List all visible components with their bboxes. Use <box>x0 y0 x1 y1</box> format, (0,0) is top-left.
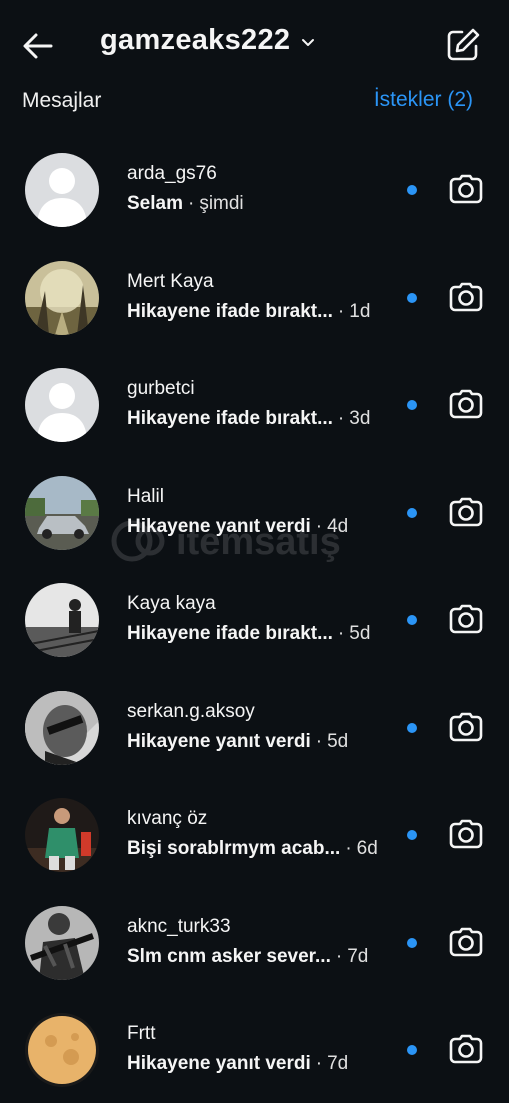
message-preview: Bişi sorablrmym acab... · 6d <box>127 838 378 860</box>
requests-link[interactable]: İstekler (2) <box>374 88 473 112</box>
conversation-name: Mert Kaya <box>127 270 214 292</box>
conversation-row[interactable]: Mert Kaya Hikayene ifade bırakt... · 1d <box>0 243 509 351</box>
unread-dot <box>407 292 417 303</box>
unread-dot <box>407 722 417 733</box>
preview-text: Hikayene yanıt verdi <box>127 1053 311 1074</box>
timestamp: 7d <box>347 945 369 967</box>
message-preview: Hikayene yanıt verdi · 7d <box>127 1053 348 1075</box>
message-preview: Hikayene ifade bırakt... · 3d <box>127 408 370 430</box>
unread-dot <box>407 507 417 518</box>
unread-dot <box>407 1045 417 1055</box>
separator: · <box>187 193 195 214</box>
conversation-row[interactable]: gurbetci Hikayene ifade bırakt... · 3d <box>0 350 509 458</box>
camera-icon[interactable] <box>447 601 485 639</box>
timestamp: 1d <box>349 300 371 322</box>
timestamp: şimdi <box>199 193 244 214</box>
avatar[interactable] <box>25 153 99 227</box>
preview-text: Hikayene yanıt verdi <box>127 515 311 537</box>
timestamp: 5d <box>349 623 371 644</box>
unread-dot <box>407 400 417 410</box>
unread-dot <box>407 185 417 195</box>
preview-text: Bişi sorablrmym acab... <box>127 838 341 859</box>
separator: · <box>337 623 345 644</box>
unread-dot <box>407 937 417 948</box>
separator: · <box>315 730 323 752</box>
conversation-row[interactable]: Halil Hikayene yanıt verdi · 4d <box>0 458 509 566</box>
avatar[interactable] <box>25 905 99 980</box>
separator: · <box>337 408 345 429</box>
top-bar: gamzeaks222 <box>0 0 509 90</box>
camera-icon[interactable] <box>447 816 485 854</box>
camera-icon[interactable] <box>447 924 485 962</box>
conversation-row[interactable]: Frtt Hikayene yanıt verdi · 7d <box>0 995 509 1103</box>
message-preview: Selam · şimdi <box>127 193 244 215</box>
conversation-row[interactable]: Kaya kaya Hikayene ifade bırakt... · 5d <box>0 565 509 673</box>
camera-icon[interactable] <box>447 386 485 424</box>
timestamp: 7d <box>327 1053 349 1074</box>
avatar[interactable] <box>25 475 99 550</box>
camera-icon[interactable] <box>447 494 485 532</box>
preview-text: Hikayene ifade bırakt... <box>127 300 333 322</box>
preview-text: Hikayene yanıt verdi <box>127 730 311 752</box>
preview-text: Hikayene ifade bırakt... <box>127 623 333 644</box>
timestamp: 5d <box>327 730 349 752</box>
avatar[interactable] <box>25 690 99 765</box>
timestamp: 6d <box>356 838 378 859</box>
camera-icon[interactable] <box>447 1031 485 1069</box>
conversation-name: Halil <box>127 485 164 507</box>
section-header: Mesajlar İstekler (2) <box>0 84 509 120</box>
conversation-name: aknc_turk33 <box>127 915 231 937</box>
conversation-name: Frtt <box>127 1023 156 1044</box>
message-preview: Hikayene yanıt verdi · 5d <box>127 731 348 753</box>
timestamp: 3d <box>349 408 371 429</box>
avatar[interactable] <box>25 368 99 442</box>
unread-dot <box>407 615 417 625</box>
page-title: gamzeaks222 <box>100 24 291 56</box>
back-arrow-icon[interactable] <box>20 28 56 64</box>
avatar[interactable] <box>25 583 99 657</box>
compose-icon[interactable] <box>444 26 482 64</box>
conversation-name: serkan.g.aksoy <box>127 700 255 722</box>
camera-icon[interactable] <box>447 171 485 209</box>
message-preview: Hikayene ifade bırakt... · 1d <box>127 301 370 323</box>
conversation-name: gurbetci <box>127 378 195 399</box>
conversation-name: arda_gs76 <box>127 163 217 184</box>
message-preview: Hikayene yanıt verdi · 4d <box>127 516 348 538</box>
avatar[interactable] <box>25 260 99 335</box>
separator: · <box>337 300 345 322</box>
separator: · <box>315 515 323 537</box>
timestamp: 4d <box>327 515 349 537</box>
avatar[interactable] <box>25 1013 99 1087</box>
conversation-name: Kaya kaya <box>127 593 216 614</box>
camera-icon[interactable] <box>447 279 485 317</box>
preview-text: Hikayene ifade bırakt... <box>127 408 333 429</box>
separator: · <box>335 945 343 967</box>
messages-label: Mesajlar <box>22 89 102 112</box>
chevron-down-icon <box>302 38 315 46</box>
unread-dot <box>407 830 417 840</box>
conversation-row[interactable]: arda_gs76 Selam · şimdi <box>0 135 509 243</box>
separator: · <box>345 838 352 859</box>
message-preview: Hikayene ifade bırakt... · 5d <box>127 623 370 645</box>
preview-text: Slm cnm asker sever... <box>127 945 331 967</box>
message-preview: Slm cnm asker sever... · 7d <box>127 946 368 968</box>
preview-text: Selam <box>127 193 183 214</box>
avatar[interactable] <box>25 798 99 872</box>
conversation-row[interactable]: kıvanç öz Bişi sorablrmym acab... · 6d <box>0 780 509 888</box>
camera-icon[interactable] <box>447 709 485 747</box>
conversation-row[interactable]: aknc_turk33 Slm cnm asker sever... · 7d <box>0 888 509 996</box>
separator: · <box>315 1053 323 1074</box>
account-switcher[interactable]: gamzeaks222 <box>100 24 316 57</box>
conversation-name: kıvanç öz <box>127 808 208 829</box>
conversation-row[interactable]: serkan.g.aksoy Hikayene yanıt verdi · 5d <box>0 673 509 781</box>
